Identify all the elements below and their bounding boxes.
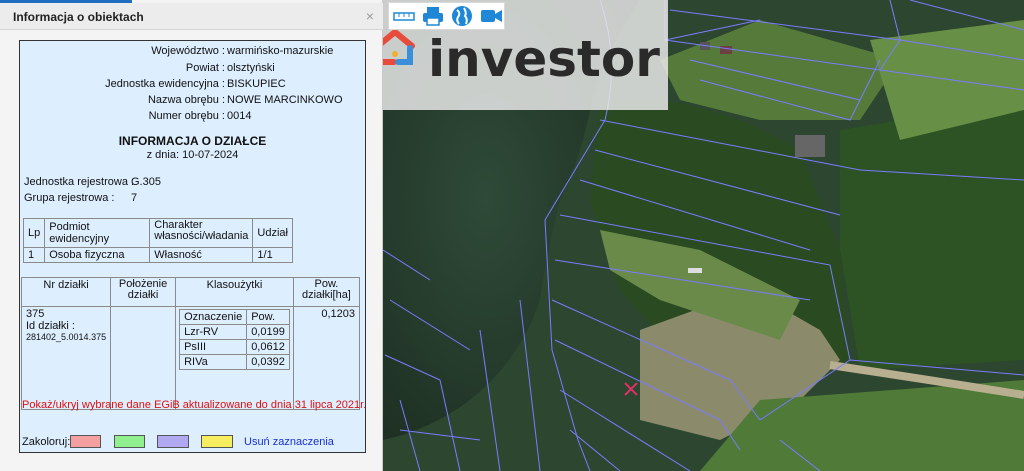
owner-podmiot: Osoba fizyczna: [44, 247, 151, 263]
jr-value: G.305: [131, 176, 161, 188]
gr-value: 7: [131, 192, 138, 204]
parcel-header-row: Nr działki Położenie działki Klasoużytki…: [20, 277, 361, 307]
parcel-klasouzytki-cell: Oznaczenie Pow. Lzr-RV 0,0199 PsIII 0,06…: [175, 306, 294, 410]
parcel-info-sheet: Województwo : warmińsko-mazurskie Powiat…: [19, 40, 366, 453]
klasouzytki-table: Oznaczenie Pow. Lzr-RV 0,0199 PsIII 0,06…: [179, 309, 290, 370]
owners-header-charakter: Charakter własności/władania: [149, 218, 254, 248]
info-date: z dnia: 10-07-2024: [146, 149, 239, 161]
klas-pow: 0,0612: [246, 339, 290, 355]
parcel-area: 0,1203: [292, 306, 361, 410]
owners-header-row: Lp Podmiot ewidencyjny Charakter własnoś…: [22, 218, 293, 248]
clear-selection-link[interactable]: Usuń zaznaczenia: [244, 436, 334, 448]
owners-header-podmiot: Podmiot ewidencyjny: [44, 218, 151, 248]
globe-icon[interactable]: [449, 4, 475, 28]
numer-obrebu-row: Numer obrębu :: [20, 110, 225, 124]
owner-charakter: Własność: [149, 247, 254, 263]
klas-oznaczenie: RIVa: [179, 354, 248, 370]
parcel-header-pow: Pow. działki[ha]: [292, 277, 361, 307]
info-panel: Informacja o obiektach × Województwo : w…: [0, 0, 383, 471]
colorize-label: Zakoloruj:: [22, 436, 71, 448]
toggle-egib-link[interactable]: Pokaż/ukryj wybrane dane EGiB aktualizow…: [22, 399, 366, 411]
table-row: 1 Osoba fizyczna Własność 1/1: [22, 247, 293, 263]
table-row: RIVa 0,0392: [179, 354, 290, 370]
table-row: 375 Id działki : 281402_5.0014.375 Oznac…: [20, 306, 361, 410]
numer-obrebu-label: Numer obrębu :: [148, 110, 225, 122]
wojewodztwo-value: warmińsko-mazurskie: [227, 45, 334, 57]
owners-header-udzial: Udział: [252, 218, 293, 248]
klas-header-pow: Pow.: [246, 309, 290, 325]
parcel-header-polozenie: Położenie działki: [110, 277, 177, 307]
obreb-value: NOWE MARCINKOWO: [227, 94, 343, 106]
klas-oznaczenie: Lzr-RV: [179, 324, 248, 340]
klas-pow: 0,0199: [246, 324, 290, 340]
klas-header-oznaczenie: Oznaczenie: [179, 309, 248, 325]
panel-title: Informacja o obiektach: [13, 10, 144, 24]
panel-header: Informacja o obiektach ×: [0, 3, 383, 30]
klasouzytki-header-row: Oznaczenie Pow.: [179, 309, 290, 325]
jr-label: Jednostka rejestrowa :: [24, 176, 135, 188]
print-icon[interactable]: [420, 4, 446, 28]
swatch-yellow[interactable]: [201, 435, 233, 448]
wojewodztwo-row: Województwo :: [20, 45, 225, 59]
table-row: PsIII 0,0612: [179, 339, 290, 355]
parcel-polozenie-cell: [110, 306, 177, 410]
parcel-nr: 375: [26, 308, 45, 320]
measure-ruler-icon[interactable]: [391, 4, 417, 28]
parcel-table: Nr działki Położenie działki Klasoużytki…: [20, 277, 361, 410]
jednostka-row: Jednostka ewidencyjna :: [20, 78, 225, 92]
watermark-text: investor: [428, 30, 660, 88]
powiat-label: Powiat :: [185, 62, 225, 74]
table-row: Lzr-RV 0,0199: [179, 324, 290, 340]
parcel-id-value: 281402_5.0014.375: [26, 332, 107, 342]
jednostka-value: BISKUPIEC: [227, 78, 286, 90]
owners-header-lp: Lp: [22, 218, 46, 248]
powiat-value: olsztyński: [227, 62, 275, 74]
parcel-nr-cell: 375 Id działki : 281402_5.0014.375: [20, 306, 112, 410]
swatch-green[interactable]: [114, 435, 145, 448]
powiat-row: Powiat :: [20, 62, 225, 76]
obreb-row: Nazwa obrębu :: [20, 94, 225, 108]
close-icon[interactable]: ×: [362, 8, 378, 24]
owner-lp: 1: [22, 247, 46, 263]
swatch-red[interactable]: [70, 435, 101, 448]
parcel-id-label: Id działki :: [26, 320, 75, 332]
klas-oznaczenie: PsIII: [179, 339, 248, 355]
klas-pow: 0,0392: [246, 354, 290, 370]
swatch-purple[interactable]: [157, 435, 189, 448]
obreb-label: Nazwa obrębu :: [147, 94, 225, 106]
numer-obrebu-value: 0014: [227, 110, 252, 122]
video-camera-icon[interactable]: [478, 4, 504, 28]
parcel-header-nr: Nr działki: [20, 277, 112, 307]
wojewodztwo-label: Województwo :: [151, 45, 225, 57]
owners-table: Lp Podmiot ewidencyjny Charakter własnoś…: [22, 218, 293, 263]
gr-label: Grupa rejestrowa :: [24, 192, 115, 204]
map-toolbar: [388, 2, 505, 30]
info-heading: INFORMACJA O DZIAŁCE: [118, 134, 267, 148]
owner-udzial: 1/1: [252, 247, 293, 263]
parcel-header-klasouzytki: Klasoużytki: [175, 277, 294, 307]
jednostka-label: Jednostka ewidencyjna :: [105, 78, 225, 90]
